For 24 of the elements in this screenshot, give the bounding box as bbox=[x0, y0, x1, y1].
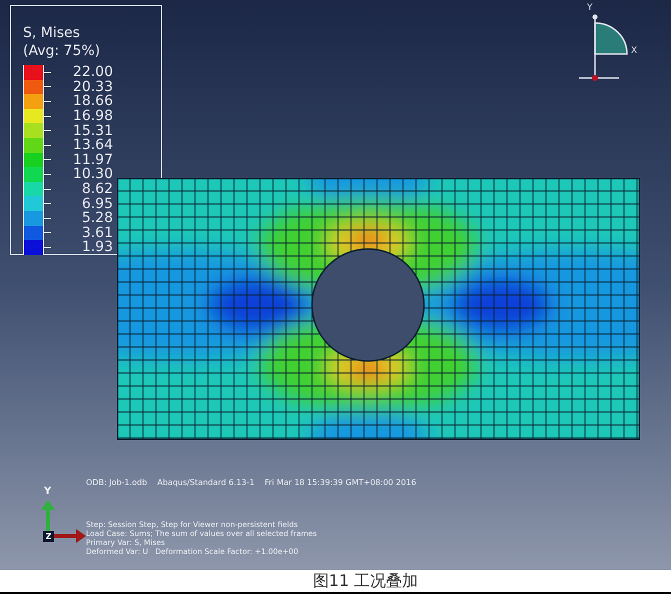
figure-caption: 图11 工况叠加 bbox=[312, 570, 418, 592]
legend-value: 20.33 bbox=[72, 80, 113, 94]
legend-value: 8.62 bbox=[80, 182, 113, 196]
y-axis-arrow-icon bbox=[41, 500, 55, 534]
odb-info-text: ODB: Job-1.odb Abaqus/Standard 6.13-1 Fri Mar 18 15:39:39 GMT+08:00 2016 bbox=[86, 477, 416, 489]
legend-value: 15.31 bbox=[72, 124, 113, 138]
z-axis-marker: Z bbox=[43, 531, 54, 542]
legend-value: 3.61 bbox=[80, 226, 113, 240]
legend-value: 5.28 bbox=[80, 211, 113, 226]
axis-label: Y bbox=[44, 485, 52, 499]
x-axis-arrow-icon bbox=[52, 529, 86, 543]
legend-value: 10.30 bbox=[72, 167, 113, 182]
legend-subtitle: (Avg: 75%) bbox=[23, 42, 102, 60]
legend-value: 13.64 bbox=[72, 138, 113, 152]
view-triad-icon bbox=[579, 14, 631, 81]
axis-label: X bbox=[631, 45, 638, 58]
legend-value: 11.97 bbox=[72, 152, 113, 167]
legend-value: 1.93 bbox=[80, 240, 113, 254]
axis-label: Y bbox=[587, 2, 592, 15]
legend-title: S, Mises bbox=[23, 24, 81, 42]
legend-value: 18.66 bbox=[72, 94, 113, 108]
legend-value: 16.98 bbox=[72, 109, 113, 124]
legend-value: 22.00 bbox=[72, 65, 113, 80]
legend-value: 6.95 bbox=[80, 196, 113, 211]
